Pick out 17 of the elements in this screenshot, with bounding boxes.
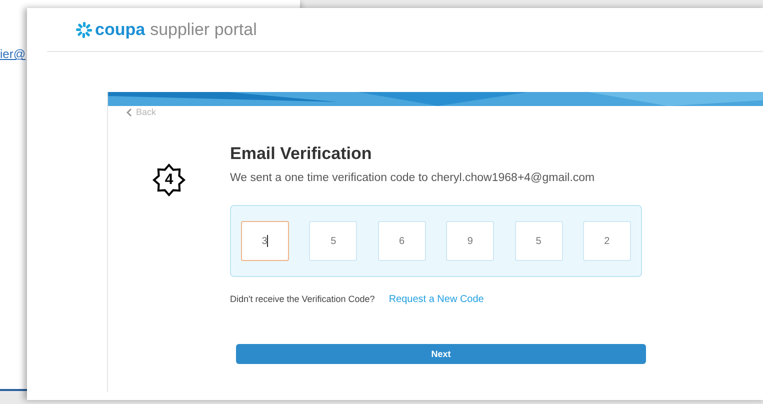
page-title: Email Verification [230,143,373,165]
sent-message: We sent a one time verification code to cheryl.chow1968+4@gmail.com [230,171,596,186]
next-button[interactable]: Next [236,344,646,364]
code-digit-field[interactable]: 2 [582,221,631,262]
code-digit-field[interactable]: 5 [514,221,563,262]
product-name: supplier portal [150,21,257,38]
resend-prompt: Didn't receive the Verification Code? [230,293,375,306]
request-code-link[interactable]: Request a New Code [388,292,484,308]
step-badge: 4 [152,163,186,197]
chevron-left-icon[interactable] [126,108,132,116]
code-digit-field[interactable]: 9 [446,221,494,262]
logo-icon [75,20,93,38]
code-digit-field[interactable]: 6 [378,221,426,262]
code-digit-field[interactable]: 5 [309,221,358,262]
brand-name: coupa [95,21,146,38]
code-digit-field[interactable]: 3 [241,221,289,262]
email-link[interactable]: ier@ [0,47,26,61]
